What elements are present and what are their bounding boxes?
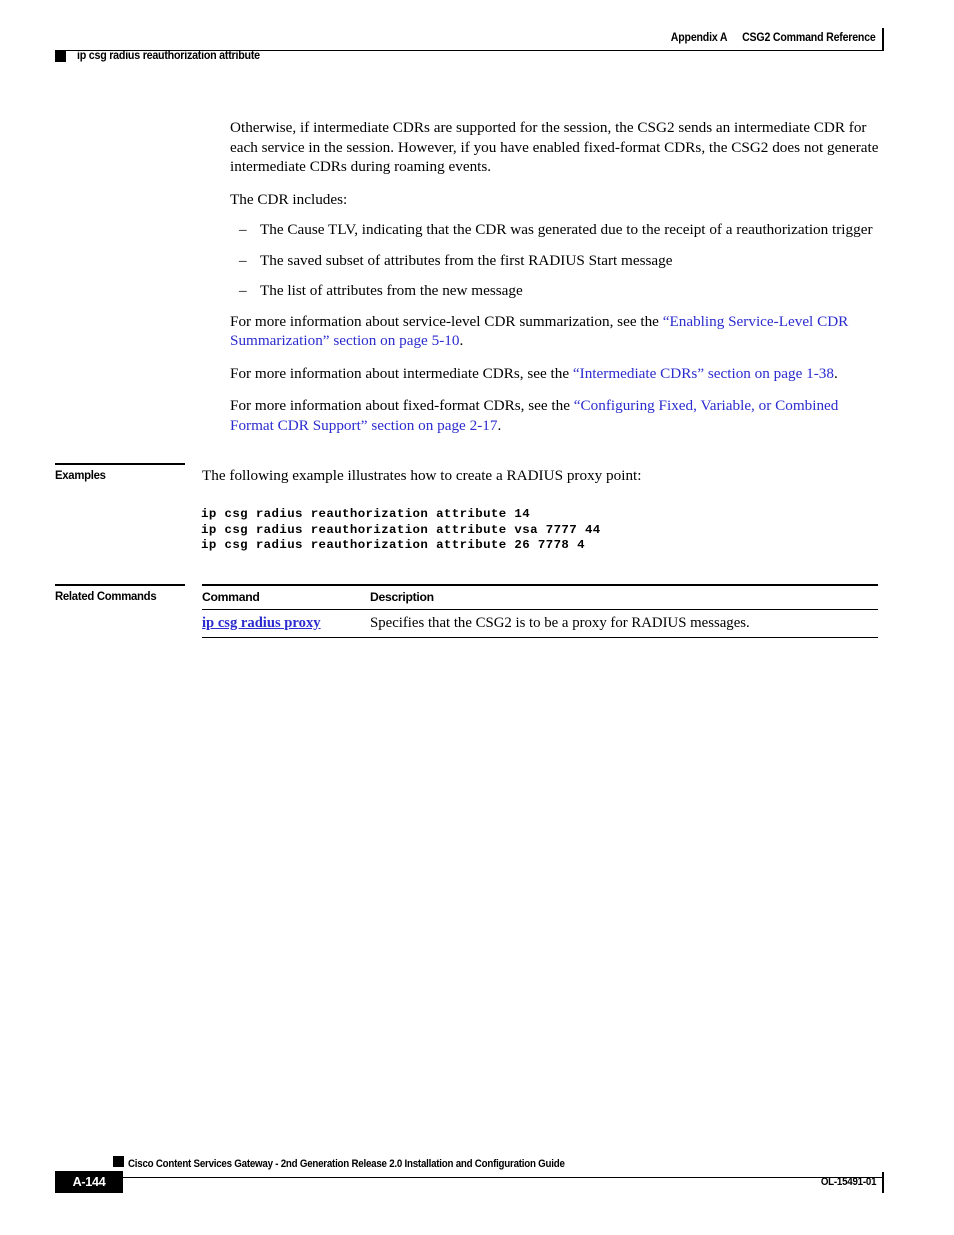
list-item: – The list of attributes from the new me… <box>230 281 880 301</box>
header-end-bar <box>882 28 884 50</box>
examples-intro-text: The following example illustrates how to… <box>202 467 642 484</box>
xref-tail-text: . <box>497 416 502 434</box>
cdr-includes-list: – The Cause TLV, indicating that the CDR… <box>230 220 880 301</box>
table-cell-command: ip csg radius proxy <box>202 614 370 632</box>
xref-lead-text: For more information about intermediate … <box>230 364 573 382</box>
footer-guide-title: Cisco Content Services Gateway - 2nd Gen… <box>128 1158 565 1170</box>
column-header-command: Command <box>202 589 260 604</box>
cross-reference-paragraph: For more information about fixed-format … <box>230 396 880 435</box>
examples-section-rule <box>55 463 185 465</box>
cross-reference-link[interactable]: “Intermediate CDRs” section on page 1-38 <box>573 365 834 382</box>
xref-lead-text: For more information about service-level… <box>230 312 663 330</box>
command-link[interactable]: ip csg radius proxy <box>202 615 321 631</box>
header-command-title: ip csg radius reauthorization attribute <box>77 50 260 62</box>
cross-reference-paragraph: For more information about service-level… <box>230 312 880 351</box>
footer-end-bar <box>882 1172 884 1193</box>
page-header: Appendix A CSG2 Command Reference ip csg … <box>0 0 954 80</box>
table-header-row: Command Description <box>202 586 878 609</box>
footer-rule <box>55 1177 884 1179</box>
list-item: – The saved subset of attributes from th… <box>230 251 880 271</box>
footer-page-number: A-144 <box>72 1175 106 1189</box>
list-item: – The Cause TLV, indicating that the CDR… <box>230 220 880 240</box>
example-code-block: ip csg radius reauthorization attribute … <box>201 507 601 552</box>
xref-lead-text: For more information about fixed-format … <box>230 397 574 414</box>
related-commands-section-rule <box>55 584 185 586</box>
dash-bullet-icon: – <box>239 282 247 299</box>
header-appendix-label: Appendix A <box>671 32 728 44</box>
list-item-text: The saved subset of attributes from the … <box>260 251 673 269</box>
intro-paragraph: Otherwise, if intermediate CDRs are supp… <box>230 119 879 175</box>
cross-reference-paragraph: For more information about intermediate … <box>230 364 880 384</box>
footer-bullet-square-icon <box>113 1156 124 1167</box>
xref-tail-text: . <box>833 364 838 382</box>
table-cell-description: Specifies that the CSG2 is to be a proxy… <box>370 614 750 631</box>
list-item-text: The Cause TLV, indicating that the CDR w… <box>260 221 873 238</box>
header-running-title: Appendix A CSG2 Command Reference <box>671 32 876 44</box>
xref-tail-text: . <box>459 332 464 349</box>
list-item-text: The list of attributes from the new mess… <box>260 282 523 299</box>
document-page: Appendix A CSG2 Command Reference ip csg … <box>0 0 954 1235</box>
header-bullet-square-icon <box>55 51 66 62</box>
body-content-column: Otherwise, if intermediate CDRs are supp… <box>230 118 880 448</box>
column-header-description: Description <box>370 589 434 604</box>
cdr-includes-label: The CDR includes: <box>230 190 348 208</box>
related-commands-section-label: Related Commands <box>55 589 157 603</box>
dash-bullet-icon: – <box>239 251 247 269</box>
table-bottom-rule <box>202 636 878 638</box>
dash-bullet-icon: – <box>239 221 247 238</box>
related-commands-table: Command Description ip csg radius proxy … <box>202 584 878 638</box>
table-row: ip csg radius proxy Specifies that the C… <box>202 610 878 637</box>
examples-section-label: Examples <box>55 468 106 482</box>
header-chapter-title: CSG2 Command Reference <box>742 32 876 44</box>
footer-document-id: OL-15491-01 <box>820 1176 877 1188</box>
